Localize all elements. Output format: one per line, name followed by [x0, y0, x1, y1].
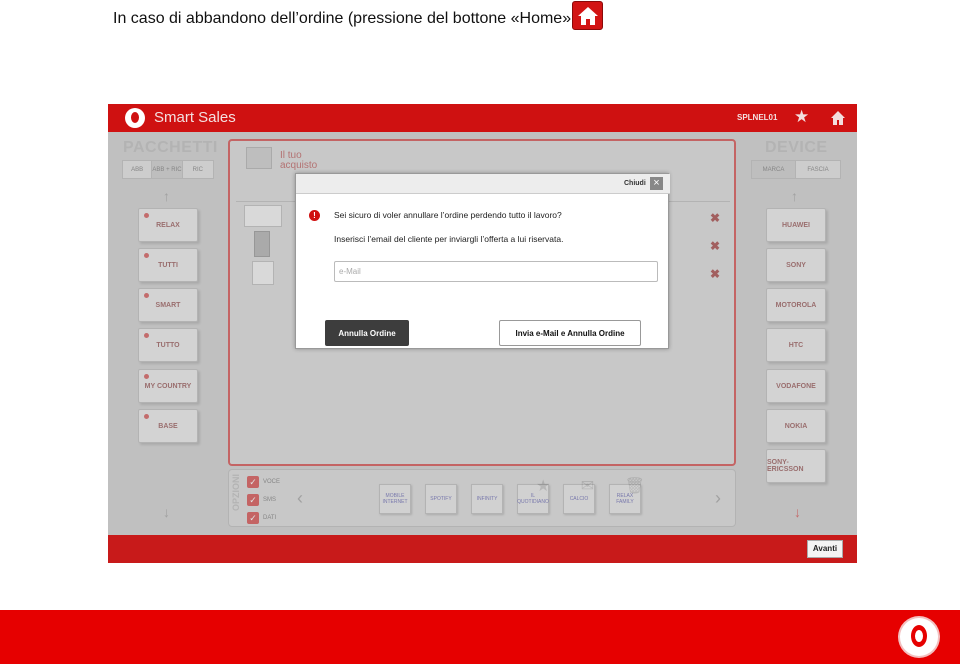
device-motorola[interactable]: MOTOROLA: [766, 288, 826, 322]
scroll-down-arrow-icon[interactable]: ↓: [163, 504, 170, 520]
vodafone-logo-icon: [900, 618, 938, 656]
close-icon[interactable]: ×: [650, 177, 663, 190]
phone-thumb-icon: [254, 231, 270, 257]
slide-title: In caso di abbandono dell’ordine (pressi…: [113, 10, 572, 27]
pacchetto-base[interactable]: BASE: [138, 409, 198, 443]
app-name: Smart Sales: [154, 109, 236, 126]
option-mobile-internet[interactable]: MOBILE INTERNET: [379, 484, 411, 514]
option-relax-family[interactable]: RELAX FAMILY: [609, 484, 641, 514]
device-huawei[interactable]: HUAWEI: [766, 208, 826, 242]
device-htc[interactable]: HTC: [766, 328, 826, 362]
sms-label: SMS: [263, 497, 277, 503]
pacchetto-my-country[interactable]: MY COUNTRY: [138, 369, 198, 403]
opzioni-label: OPZIONI: [231, 474, 241, 512]
remove-item-icon[interactable]: ✖: [710, 211, 720, 225]
device-sony[interactable]: SONY: [766, 248, 826, 282]
cart-title: Il tuo acquisto: [280, 150, 318, 171]
cart-item-thumb: [244, 205, 282, 227]
voce-checkbox[interactable]: ✓: [247, 476, 259, 488]
opzioni-bar: OPZIONI ✓ VOCE ✓ SMS ✓ DATI ‹ MOBILE INT…: [228, 469, 736, 527]
device-tabs: MARCA FASCIA: [751, 160, 841, 179]
option-calcio[interactable]: CALCIO: [563, 484, 595, 514]
scroll-down-arrow-icon[interactable]: ↓: [794, 504, 801, 520]
remove-item-icon[interactable]: ✖: [710, 267, 720, 281]
cart-icon: [246, 147, 272, 169]
pacchetto-relax[interactable]: RELAX: [138, 208, 198, 242]
dati-label: DATI: [263, 515, 277, 521]
pacchetto-label: TUTTO: [156, 341, 180, 349]
dialog-instruction: Inserisci l’email del cliente per inviar…: [334, 234, 564, 244]
remove-item-icon[interactable]: ✖: [710, 239, 720, 253]
device-sony-ericsson[interactable]: SONY-ERICSSON: [766, 449, 826, 483]
sms-checkbox[interactable]: ✓: [247, 494, 259, 506]
app-header: Smart Sales SPLNEL01 ★: [108, 104, 857, 132]
pacchetti-title: PACCHETTI: [123, 139, 218, 156]
footer-band: [0, 610, 960, 664]
pacchetto-tutto[interactable]: TUTTO: [138, 328, 198, 362]
dati-checkbox[interactable]: ✓: [247, 512, 259, 524]
vodafone-logo-icon: [125, 108, 145, 128]
option-infinity[interactable]: INFINITY: [471, 484, 503, 514]
pacchetto-label: TUTTI: [158, 261, 178, 269]
header-home-icon[interactable]: [830, 110, 846, 126]
tab-fascia[interactable]: FASCIA: [796, 161, 840, 178]
tab-abb-ric[interactable]: ABB + RIC: [152, 161, 183, 178]
tab-marca[interactable]: MARCA: [752, 161, 797, 178]
send-email-cancel-button[interactable]: Invia e-Mail e Annulla Ordine: [499, 320, 641, 346]
cancel-order-button[interactable]: Annulla Ordine: [325, 320, 409, 346]
chevron-left-icon[interactable]: ‹: [297, 488, 303, 509]
voce-label: VOCE: [263, 479, 281, 485]
scroll-up-arrow-icon[interactable]: ↑: [163, 188, 170, 204]
chevron-right-icon[interactable]: ›: [715, 488, 721, 509]
pacchetto-label: RELAX: [156, 221, 180, 229]
pacchetti-tabs: ABB ABB + RIC RIC: [122, 160, 214, 179]
device-nokia[interactable]: NOKIA: [766, 409, 826, 443]
option-il-quotidiano[interactable]: IL QUOTIDIANO: [517, 484, 549, 514]
abandon-order-dialog: Chiudi × ! Sei sicuro di voler annullare…: [295, 173, 670, 349]
pacchetto-label: BASE: [158, 422, 178, 430]
app-footer: Avanti: [108, 535, 857, 563]
pacchetto-smart[interactable]: SMART: [138, 288, 198, 322]
dialog-titlebar: Chiudi ×: [296, 174, 670, 194]
avanti-button[interactable]: Avanti: [807, 540, 843, 558]
favorites-star-icon[interactable]: ★: [794, 108, 809, 125]
pacchetto-tutti[interactable]: TUTTI: [138, 248, 198, 282]
pacchetto-label: MY COUNTRY: [144, 382, 192, 390]
email-field[interactable]: [334, 261, 658, 282]
cart-item-thumb: [252, 261, 274, 285]
close-label[interactable]: Chiudi: [624, 180, 646, 187]
tab-ric[interactable]: RIC: [183, 161, 213, 178]
home-icon: [572, 1, 603, 30]
user-code: SPLNEL01: [737, 113, 778, 122]
device-title: DEVICE: [765, 139, 828, 156]
device-vodafone[interactable]: VODAFONE: [766, 369, 826, 403]
scroll-up-arrow-icon[interactable]: ↑: [791, 188, 798, 204]
pacchetto-label: SMART: [155, 301, 181, 309]
warning-icon: !: [309, 210, 320, 221]
dialog-question: Sei sicuro di voler annullare l’ordine p…: [334, 210, 562, 220]
tab-abb[interactable]: ABB: [123, 161, 153, 178]
option-spotify[interactable]: SPOTIFY: [425, 484, 457, 514]
